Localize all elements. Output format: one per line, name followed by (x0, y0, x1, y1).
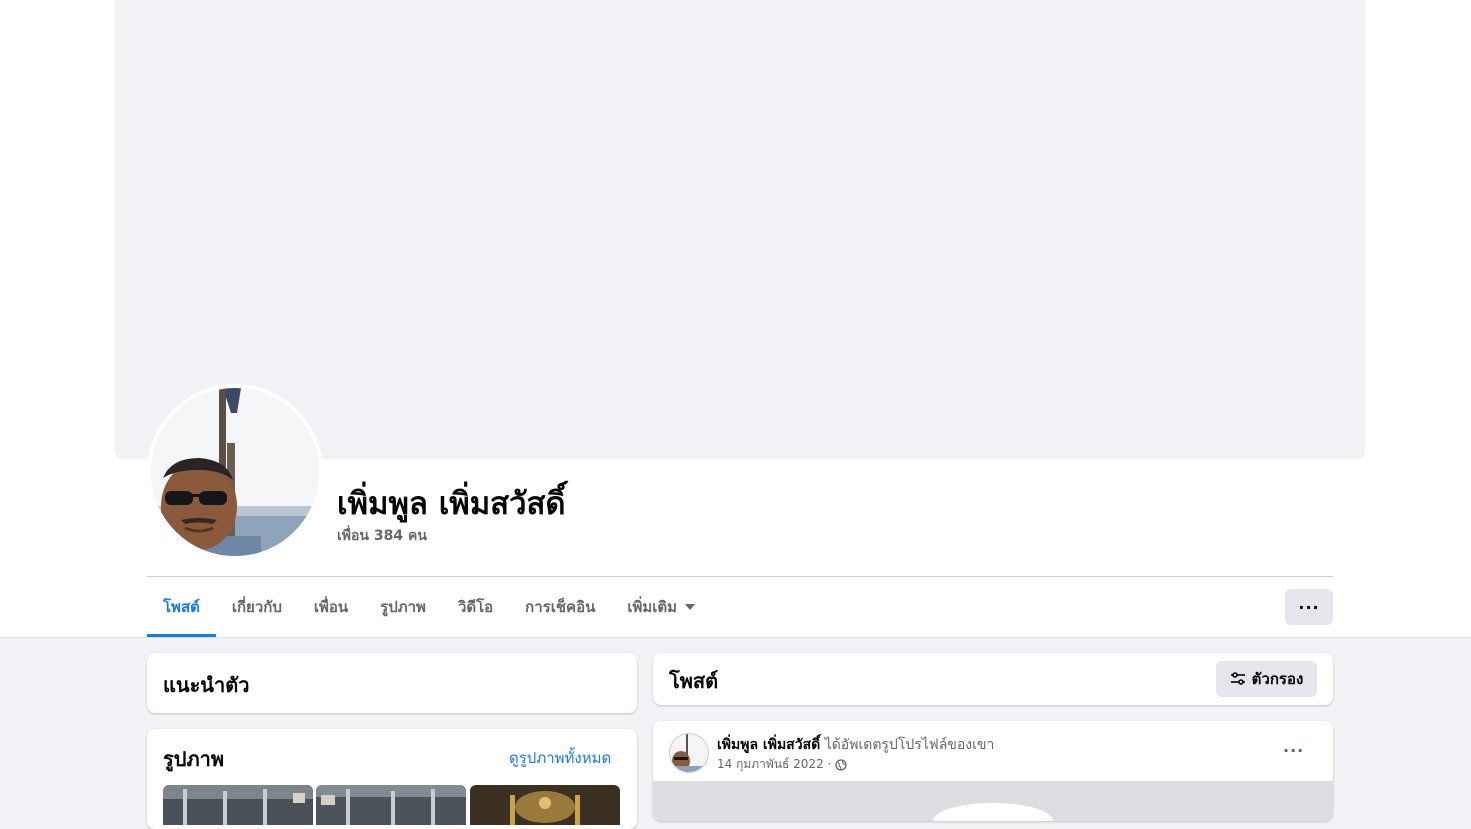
profile-tabs: โพสต์ เกี่ยวกับ เพื่อน รูปภาพ วิดีโอ การ… (147, 577, 711, 637)
tab-checkins[interactable]: การเช็คอิน (509, 577, 611, 637)
photo-thumbnail[interactable] (470, 785, 620, 825)
tab-more[interactable]: เพิ่มเติม (611, 577, 711, 637)
tab-label: เพิ่มเติม (627, 598, 678, 616)
tab-label: เกี่ยวกับ (231, 598, 282, 616)
caret-down-icon (685, 604, 696, 610)
tab-posts[interactable]: โพสต์ (147, 577, 216, 637)
filter-button[interactable]: ตัวกรอง (1216, 661, 1317, 697)
tab-friends[interactable]: เพื่อน (298, 577, 364, 637)
profile-picture[interactable] (147, 384, 323, 560)
post-more-options-button[interactable]: ··· (1283, 741, 1304, 760)
posts-header-card: โพสต์ ตัวกรอง (653, 653, 1333, 705)
friend-count[interactable]: เพื่อน 384 คน (337, 525, 427, 547)
post-meta: 14 กุมภาพันธ์ 2022 · (717, 755, 847, 774)
tab-label: การเช็คอิน (525, 598, 596, 616)
tab-label: โพสต์ (163, 598, 200, 616)
posts-title: โพสต์ (669, 669, 719, 693)
cover-photo[interactable] (115, 0, 1365, 459)
tab-videos[interactable]: วิดีโอ (442, 577, 509, 637)
profile-name: เพิ่มพูล เพิ่มสวัสดิ์ (337, 486, 566, 522)
post-header-line: เพิ่มพูล เพิ่มสวัสดิ์ ได้อัพเดตรูปโปรไฟล… (717, 734, 994, 756)
sliders-icon (1230, 672, 1245, 685)
post-card: เพิ่มพูล เพิ่มสวัสดิ์ ได้อัพเดตรูปโปรไฟล… (653, 721, 1333, 821)
see-all-photos-link[interactable]: ดูรูปภาพทั้งหมด (509, 746, 611, 770)
tab-label: วิดีโอ (457, 598, 494, 616)
filter-label: ตัวกรอง (1251, 670, 1304, 688)
globe-icon (835, 758, 847, 771)
tab-about[interactable]: เกี่ยวกับ (216, 577, 298, 637)
intro-title: แนะนำตัว (163, 673, 250, 697)
photos-title: รูปภาพ (163, 747, 225, 771)
post-author-avatar[interactable] (669, 733, 709, 773)
more-options-button[interactable]: ··· (1285, 589, 1333, 625)
post-media[interactable] (653, 781, 1333, 821)
photo-thumbnail[interactable] (316, 785, 466, 825)
photo-thumbnail[interactable] (163, 785, 313, 825)
tab-label: รูปภาพ (380, 598, 426, 616)
tab-photos[interactable]: รูปภาพ (364, 577, 442, 637)
tab-label: เพื่อน (313, 598, 349, 616)
profile-header: เพิ่มพูล เพิ่มสวัสดิ์ เพื่อน 384 คน โพสต… (0, 0, 1471, 638)
post-author-name[interactable]: เพิ่มพูล เพิ่มสวัสดิ์ (717, 737, 820, 753)
photos-card: รูปภาพ ดูรูปภาพทั้งหมด (147, 729, 637, 829)
intro-card: แนะนำตัว (147, 653, 637, 713)
post-action-text: ได้อัพเดตรูปโปรไฟล์ของเขา (824, 737, 995, 753)
profile-picture-image (151, 388, 319, 556)
post-date[interactable]: 14 กุมภาพันธ์ 2022 · (717, 755, 831, 774)
